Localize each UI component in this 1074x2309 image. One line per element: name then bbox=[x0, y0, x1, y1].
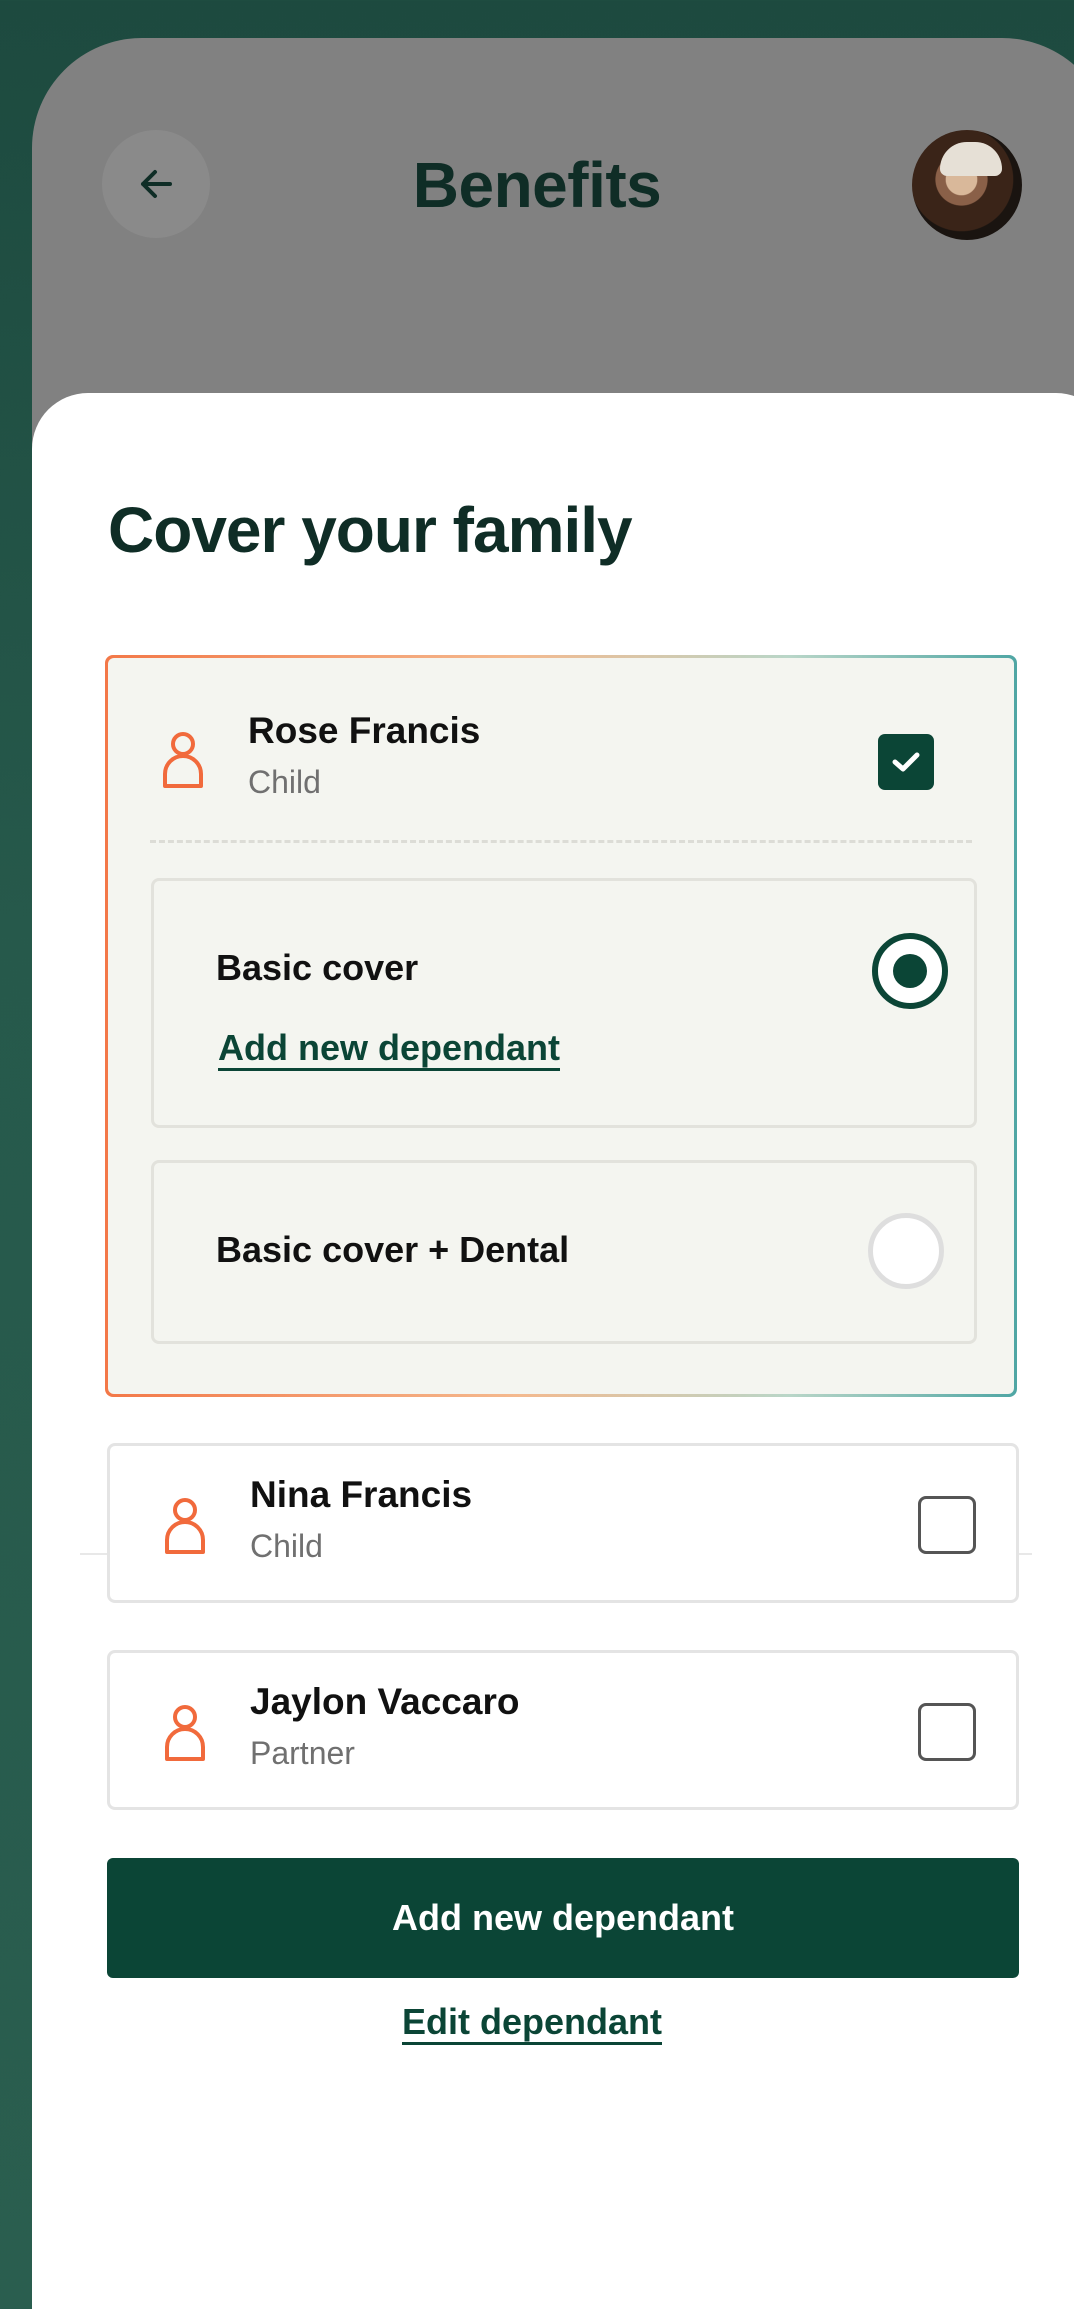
option-label: Basic cover bbox=[216, 947, 419, 988]
app-screen: Benefits Cover your family Rose Francis … bbox=[32, 38, 1074, 2309]
person-icon bbox=[165, 1705, 205, 1761]
dependant-card[interactable]: Nina Francis Child bbox=[107, 1443, 1019, 1603]
dependant-role: Partner bbox=[250, 1735, 355, 1771]
dependant-role: Child bbox=[248, 764, 321, 800]
cover-option-dental[interactable]: Basic cover + Dental bbox=[151, 1160, 977, 1344]
add-new-dependant-link[interactable]: Add new dependant bbox=[218, 1027, 560, 1069]
person-icon bbox=[163, 732, 203, 788]
dependant-role: Child bbox=[250, 1528, 323, 1564]
bottom-sheet: Cover your family Rose Francis Child Bas… bbox=[32, 393, 1074, 2309]
dependant-card-selected[interactable]: Rose Francis Child Basic cover Add new d… bbox=[105, 655, 1017, 1397]
sheet-title: Cover your family bbox=[108, 494, 633, 566]
checkmark-icon bbox=[892, 752, 920, 772]
edit-dependant-link[interactable]: Edit dependant bbox=[402, 2001, 662, 2042]
dependant-name: Nina Francis bbox=[250, 1474, 473, 1515]
add-new-dependant-button[interactable]: Add new dependant bbox=[107, 1858, 1019, 1978]
dependant-checkbox[interactable] bbox=[918, 1496, 976, 1554]
dependant-name: Jaylon Vaccaro bbox=[250, 1681, 520, 1722]
dependant-name: Rose Francis bbox=[248, 710, 481, 751]
dependant-checkbox[interactable] bbox=[918, 1703, 976, 1761]
person-icon bbox=[165, 1498, 205, 1554]
divider bbox=[150, 840, 972, 843]
dependant-card[interactable]: Jaylon Vaccaro Partner bbox=[107, 1650, 1019, 1810]
user-avatar[interactable] bbox=[912, 130, 1022, 240]
radio-selected[interactable] bbox=[872, 933, 948, 1009]
dependant-checkbox[interactable] bbox=[878, 734, 934, 790]
edit-dependant-link-wrap: Edit dependant bbox=[32, 2001, 1032, 2043]
radio-unselected[interactable] bbox=[868, 1213, 944, 1289]
cover-option-basic[interactable]: Basic cover Add new dependant bbox=[151, 878, 977, 1128]
page-title: Benefits bbox=[412, 149, 662, 221]
option-label: Basic cover + Dental bbox=[216, 1229, 570, 1270]
